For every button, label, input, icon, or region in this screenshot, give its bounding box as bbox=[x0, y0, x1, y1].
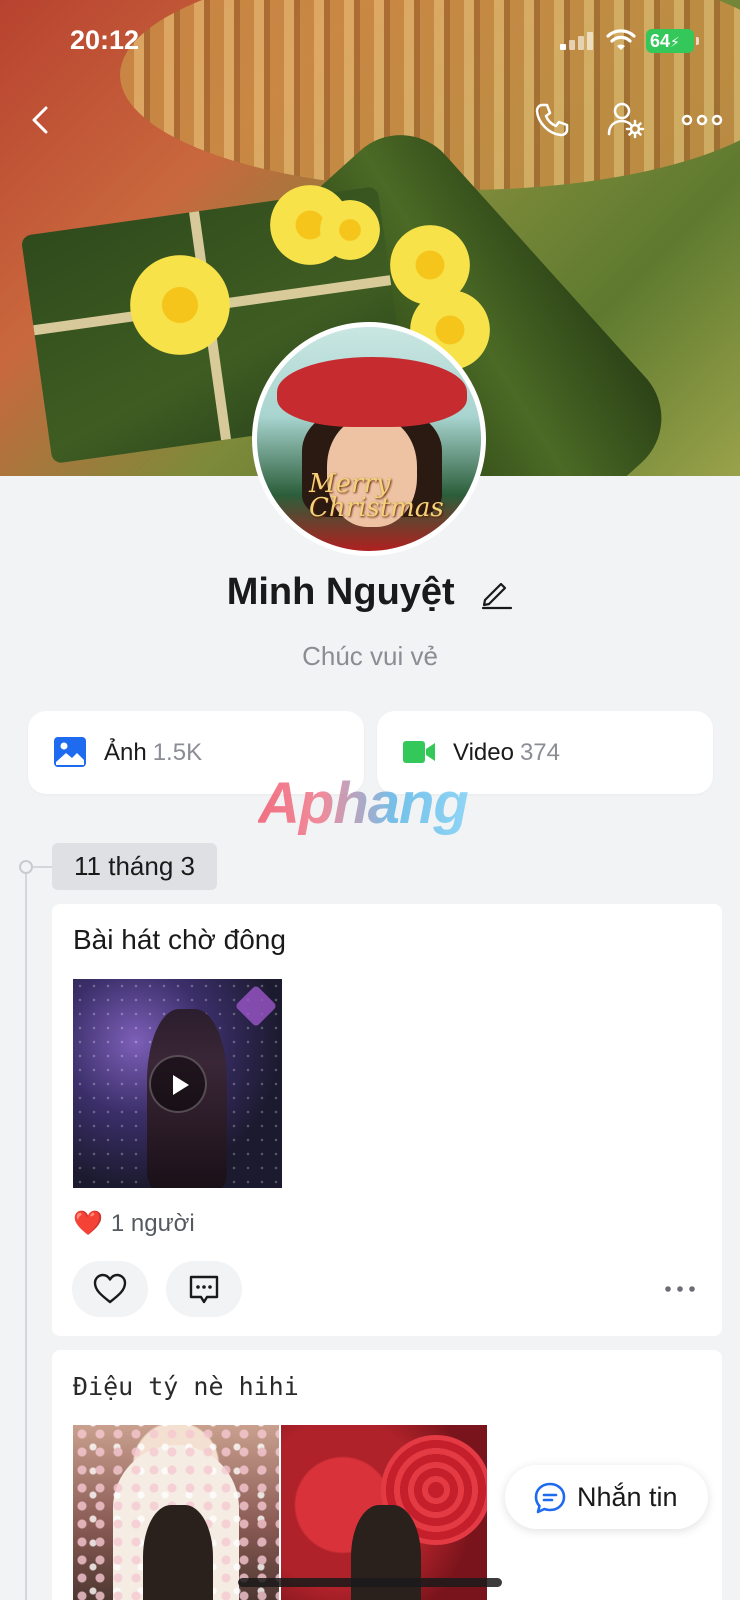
message-button-label: Nhắn tin bbox=[577, 1482, 678, 1512]
cover-flower bbox=[320, 200, 380, 260]
reaction-count: 1 người bbox=[110, 1210, 195, 1237]
profile-name: Minh Nguyệt bbox=[226, 571, 455, 614]
post-more-icon[interactable] bbox=[660, 1274, 700, 1304]
phone-icon[interactable] bbox=[532, 100, 572, 140]
timeline-connector bbox=[33, 866, 53, 868]
photo-icon bbox=[54, 737, 86, 767]
cover-flower bbox=[130, 255, 230, 355]
video-thumbnail[interactable] bbox=[73, 979, 282, 1188]
videos-count: 374 bbox=[519, 739, 560, 766]
post-title: Bài hát chờ đông bbox=[73, 924, 286, 955]
post-photo[interactable] bbox=[281, 1425, 487, 1600]
comment-icon bbox=[189, 1275, 219, 1304]
post-card[interactable]: Bài hát chờ đông ❤️ 1 người bbox=[52, 904, 722, 1336]
play-button[interactable] bbox=[149, 1055, 207, 1113]
reaction-summary[interactable]: ❤️ 1 người bbox=[73, 1209, 195, 1238]
battery-indicator: 64⚡ bbox=[646, 29, 699, 53]
edit-icon[interactable] bbox=[479, 576, 513, 610]
timeline-line bbox=[25, 866, 27, 1600]
post-photo[interactable] bbox=[73, 1425, 279, 1600]
watermark-logo: Aphang bbox=[258, 771, 469, 836]
home-indicator[interactable] bbox=[238, 1578, 502, 1587]
photos-count: 1.5K bbox=[152, 739, 203, 766]
videos-label: Video bbox=[453, 739, 514, 766]
timeline-date: 11 tháng 3 bbox=[52, 843, 217, 890]
message-button[interactable]: Nhắn tin bbox=[505, 1465, 708, 1529]
more-icon[interactable] bbox=[680, 100, 724, 140]
status-bar: 20:12 64⚡ bbox=[0, 0, 740, 84]
battery-level: 64 bbox=[650, 31, 671, 51]
person-figure bbox=[143, 1505, 213, 1600]
photos-label-row: Ảnh 1.5K bbox=[104, 739, 202, 767]
chat-icon bbox=[534, 1482, 566, 1514]
profile-status: Chúc vui vẻ bbox=[302, 641, 438, 671]
charging-bolt-icon: ⚡ bbox=[670, 34, 680, 50]
profile-name-row: Minh Nguyệt bbox=[0, 570, 740, 614]
post-title: Điệu tý nè hihi bbox=[73, 1372, 299, 1401]
cellular-signal-icon bbox=[560, 30, 596, 50]
play-icon bbox=[173, 1075, 189, 1095]
wifi-icon bbox=[606, 29, 636, 50]
like-button[interactable] bbox=[72, 1261, 148, 1317]
timeline-node bbox=[19, 860, 33, 874]
avatar-hat bbox=[277, 357, 467, 427]
status-time: 20:12 bbox=[70, 25, 140, 55]
photos-label: Ảnh bbox=[104, 739, 147, 766]
heart-icon bbox=[93, 1273, 127, 1304]
video-icon bbox=[403, 741, 435, 763]
comment-button[interactable] bbox=[166, 1261, 242, 1317]
heart-reaction-icon: ❤️ bbox=[73, 1210, 103, 1237]
videos-label-row: Video 374 bbox=[453, 739, 560, 767]
back-icon[interactable] bbox=[22, 100, 62, 140]
avatar[interactable]: Merry Christmas bbox=[252, 322, 486, 556]
user-settings-icon[interactable] bbox=[606, 100, 646, 140]
avatar-overlay-text: Merry Christmas bbox=[309, 469, 444, 523]
